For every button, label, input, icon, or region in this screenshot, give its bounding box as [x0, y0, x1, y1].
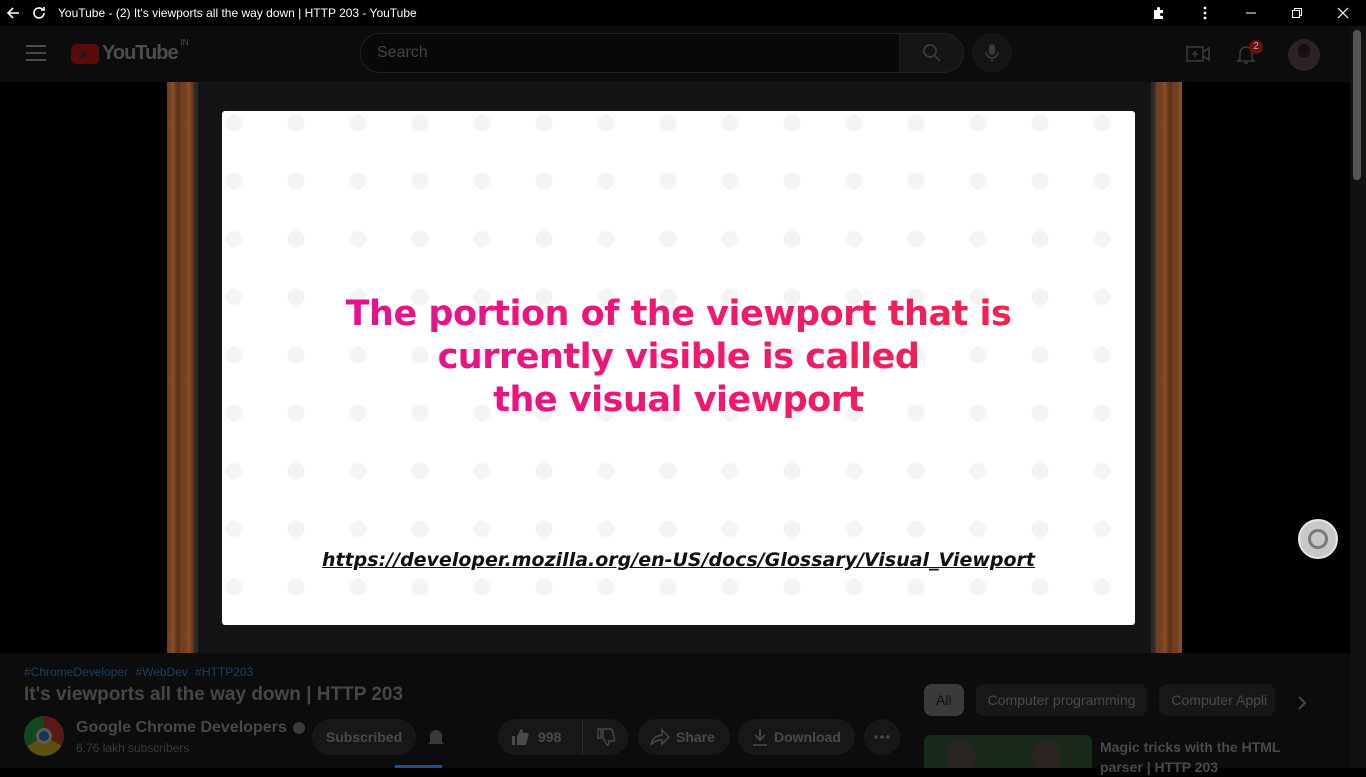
create-video-icon[interactable] [1186, 43, 1210, 65]
window-titlebar: YouTube - (2) It's viewports all the way… [0, 0, 1366, 26]
hamburger-menu-icon[interactable] [26, 45, 46, 61]
slide-headline-line-3: the visual viewport [493, 380, 864, 420]
youtube-masthead: YouTube IN Search [0, 26, 1350, 82]
menu-button[interactable] [1182, 0, 1228, 26]
scrollbar-thumb[interactable] [1353, 30, 1361, 180]
tablet-device: The portion of the viewport that is curr… [194, 82, 1155, 653]
verified-icon [292, 722, 305, 734]
slide-headline-line-2: currently visible is called [437, 337, 920, 377]
region-code: IN [180, 38, 189, 47]
video-details: #ChromeDeveloper #WebDev #HTTP203 It's v… [0, 653, 1350, 775]
window-title: YouTube - (2) It's viewports all the way… [58, 6, 417, 20]
download-label: Download [774, 729, 841, 745]
notification-badge: 2 [1249, 40, 1263, 54]
search-button[interactable] [900, 33, 964, 73]
chip-computer-applications[interactable]: Computer Appli [1159, 684, 1276, 716]
restore-icon [1292, 8, 1302, 18]
video-player[interactable]: The portion of the viewport that is curr… [0, 82, 1350, 653]
channel-avatar[interactable] [24, 716, 64, 756]
page-scrollbar[interactable] [1350, 26, 1366, 768]
chrome-logo-icon [36, 728, 52, 744]
chevron-right-icon[interactable] [1290, 691, 1314, 715]
reload-icon [33, 7, 45, 19]
share-arrow-icon [650, 728, 670, 746]
back-button[interactable] [0, 0, 26, 26]
close-button[interactable] [1320, 0, 1366, 26]
related-chips: All Computer programming Computer Appli [924, 684, 1276, 716]
puzzle-icon [1154, 7, 1163, 19]
minimize-button[interactable] [1228, 0, 1274, 26]
thumbs-down-icon [596, 728, 615, 746]
hashtag-link[interactable]: #WebDev [135, 665, 187, 679]
recommended-video-thumbnail[interactable] [924, 735, 1092, 768]
subscriber-count: 6.76 lakh subscribers [76, 741, 190, 755]
more-horizontal-icon [874, 735, 890, 739]
voice-search-button[interactable] [972, 33, 1012, 73]
like-button[interactable]: 998 [498, 719, 583, 755]
video-title: It's viewports all the way down | HTTP 2… [24, 684, 404, 705]
subscribed-button[interactable]: Subscribed [312, 719, 416, 755]
dislike-button[interactable] [583, 719, 628, 755]
minimize-icon [1246, 12, 1256, 14]
restore-button[interactable] [1274, 0, 1320, 26]
kebab-menu-icon [1203, 6, 1207, 20]
search-bar: Search [360, 33, 964, 73]
like-dislike-group: 998 [498, 719, 628, 755]
account-avatar[interactable] [1288, 39, 1320, 71]
chip-computer-programming[interactable]: Computer programming [975, 684, 1148, 716]
chip-all[interactable]: All [924, 684, 964, 716]
back-arrow-icon [6, 7, 19, 19]
recommended-video-title[interactable]: Magic tricks with the HTML parser | HTTP… [1100, 737, 1290, 777]
logo-text: YouTube [102, 42, 179, 64]
share-label: Share [676, 729, 715, 745]
like-count: 998 [538, 729, 562, 745]
extensions-button[interactable] [1136, 0, 1182, 26]
thumbs-up-icon [512, 729, 529, 745]
play-logo-icon [71, 43, 99, 64]
presentation-slide: The portion of the viewport that is curr… [222, 111, 1135, 625]
chrome-watermark-icon [1298, 519, 1338, 559]
video-frame: The portion of the viewport that is curr… [167, 82, 1182, 653]
hashtag-link[interactable]: #ChromeDeveloper [24, 665, 128, 679]
youtube-logo[interactable]: YouTube IN [71, 38, 189, 65]
download-icon [753, 729, 767, 746]
microphone-icon [985, 44, 999, 62]
slide-headline-line-1: The portion of the viewport that is [345, 294, 1012, 334]
subscription-bell-icon[interactable] [424, 725, 448, 749]
search-input[interactable]: Search [360, 33, 900, 73]
share-button[interactable]: Share [638, 719, 730, 755]
slide-url: https://developer.mozilla.org/en-US/docs… [321, 549, 1035, 571]
channel-name-text: Google Chrome Developers [76, 719, 287, 736]
search-icon [922, 44, 941, 62]
hashtags: #ChromeDeveloper #WebDev #HTTP203 [24, 665, 257, 679]
download-button[interactable]: Download [738, 719, 855, 755]
slide-headline: The portion of the viewport that is curr… [222, 293, 1135, 422]
channel-name[interactable]: Google Chrome Developers [76, 719, 305, 737]
hashtag-link[interactable]: #HTTP203 [195, 665, 253, 679]
reload-button[interactable] [26, 0, 52, 26]
close-icon [1337, 7, 1349, 19]
more-actions-button[interactable] [864, 719, 900, 755]
